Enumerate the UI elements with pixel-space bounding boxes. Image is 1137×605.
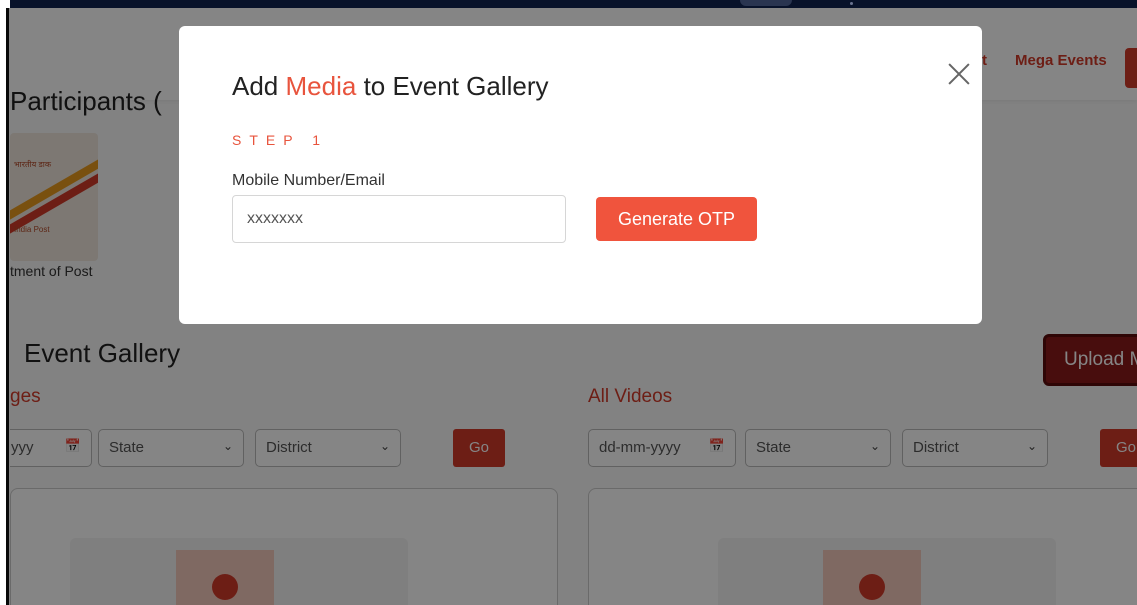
add-media-modal: Add Media to Event Gallery STEP 1 Mobile… (179, 26, 982, 324)
mobile-email-input[interactable] (232, 195, 566, 243)
modal-title-prefix: Add (232, 71, 279, 101)
left-frame-edge (0, 0, 6, 605)
top-bar-dark (10, 0, 1137, 8)
top-bar-pill (740, 0, 792, 6)
close-icon[interactable] (945, 60, 973, 88)
modal-title: Add Media to Event Gallery (232, 71, 549, 102)
modal-title-accent: Media (285, 71, 357, 101)
step-indicator: STEP 1 (232, 132, 328, 148)
generate-otp-button[interactable]: Generate OTP (596, 197, 757, 241)
top-bar (0, 0, 1137, 8)
modal-title-suffix: to Event Gallery (363, 71, 549, 101)
mobile-email-label: Mobile Number/Email (232, 172, 385, 189)
top-bar-dot (850, 2, 853, 5)
